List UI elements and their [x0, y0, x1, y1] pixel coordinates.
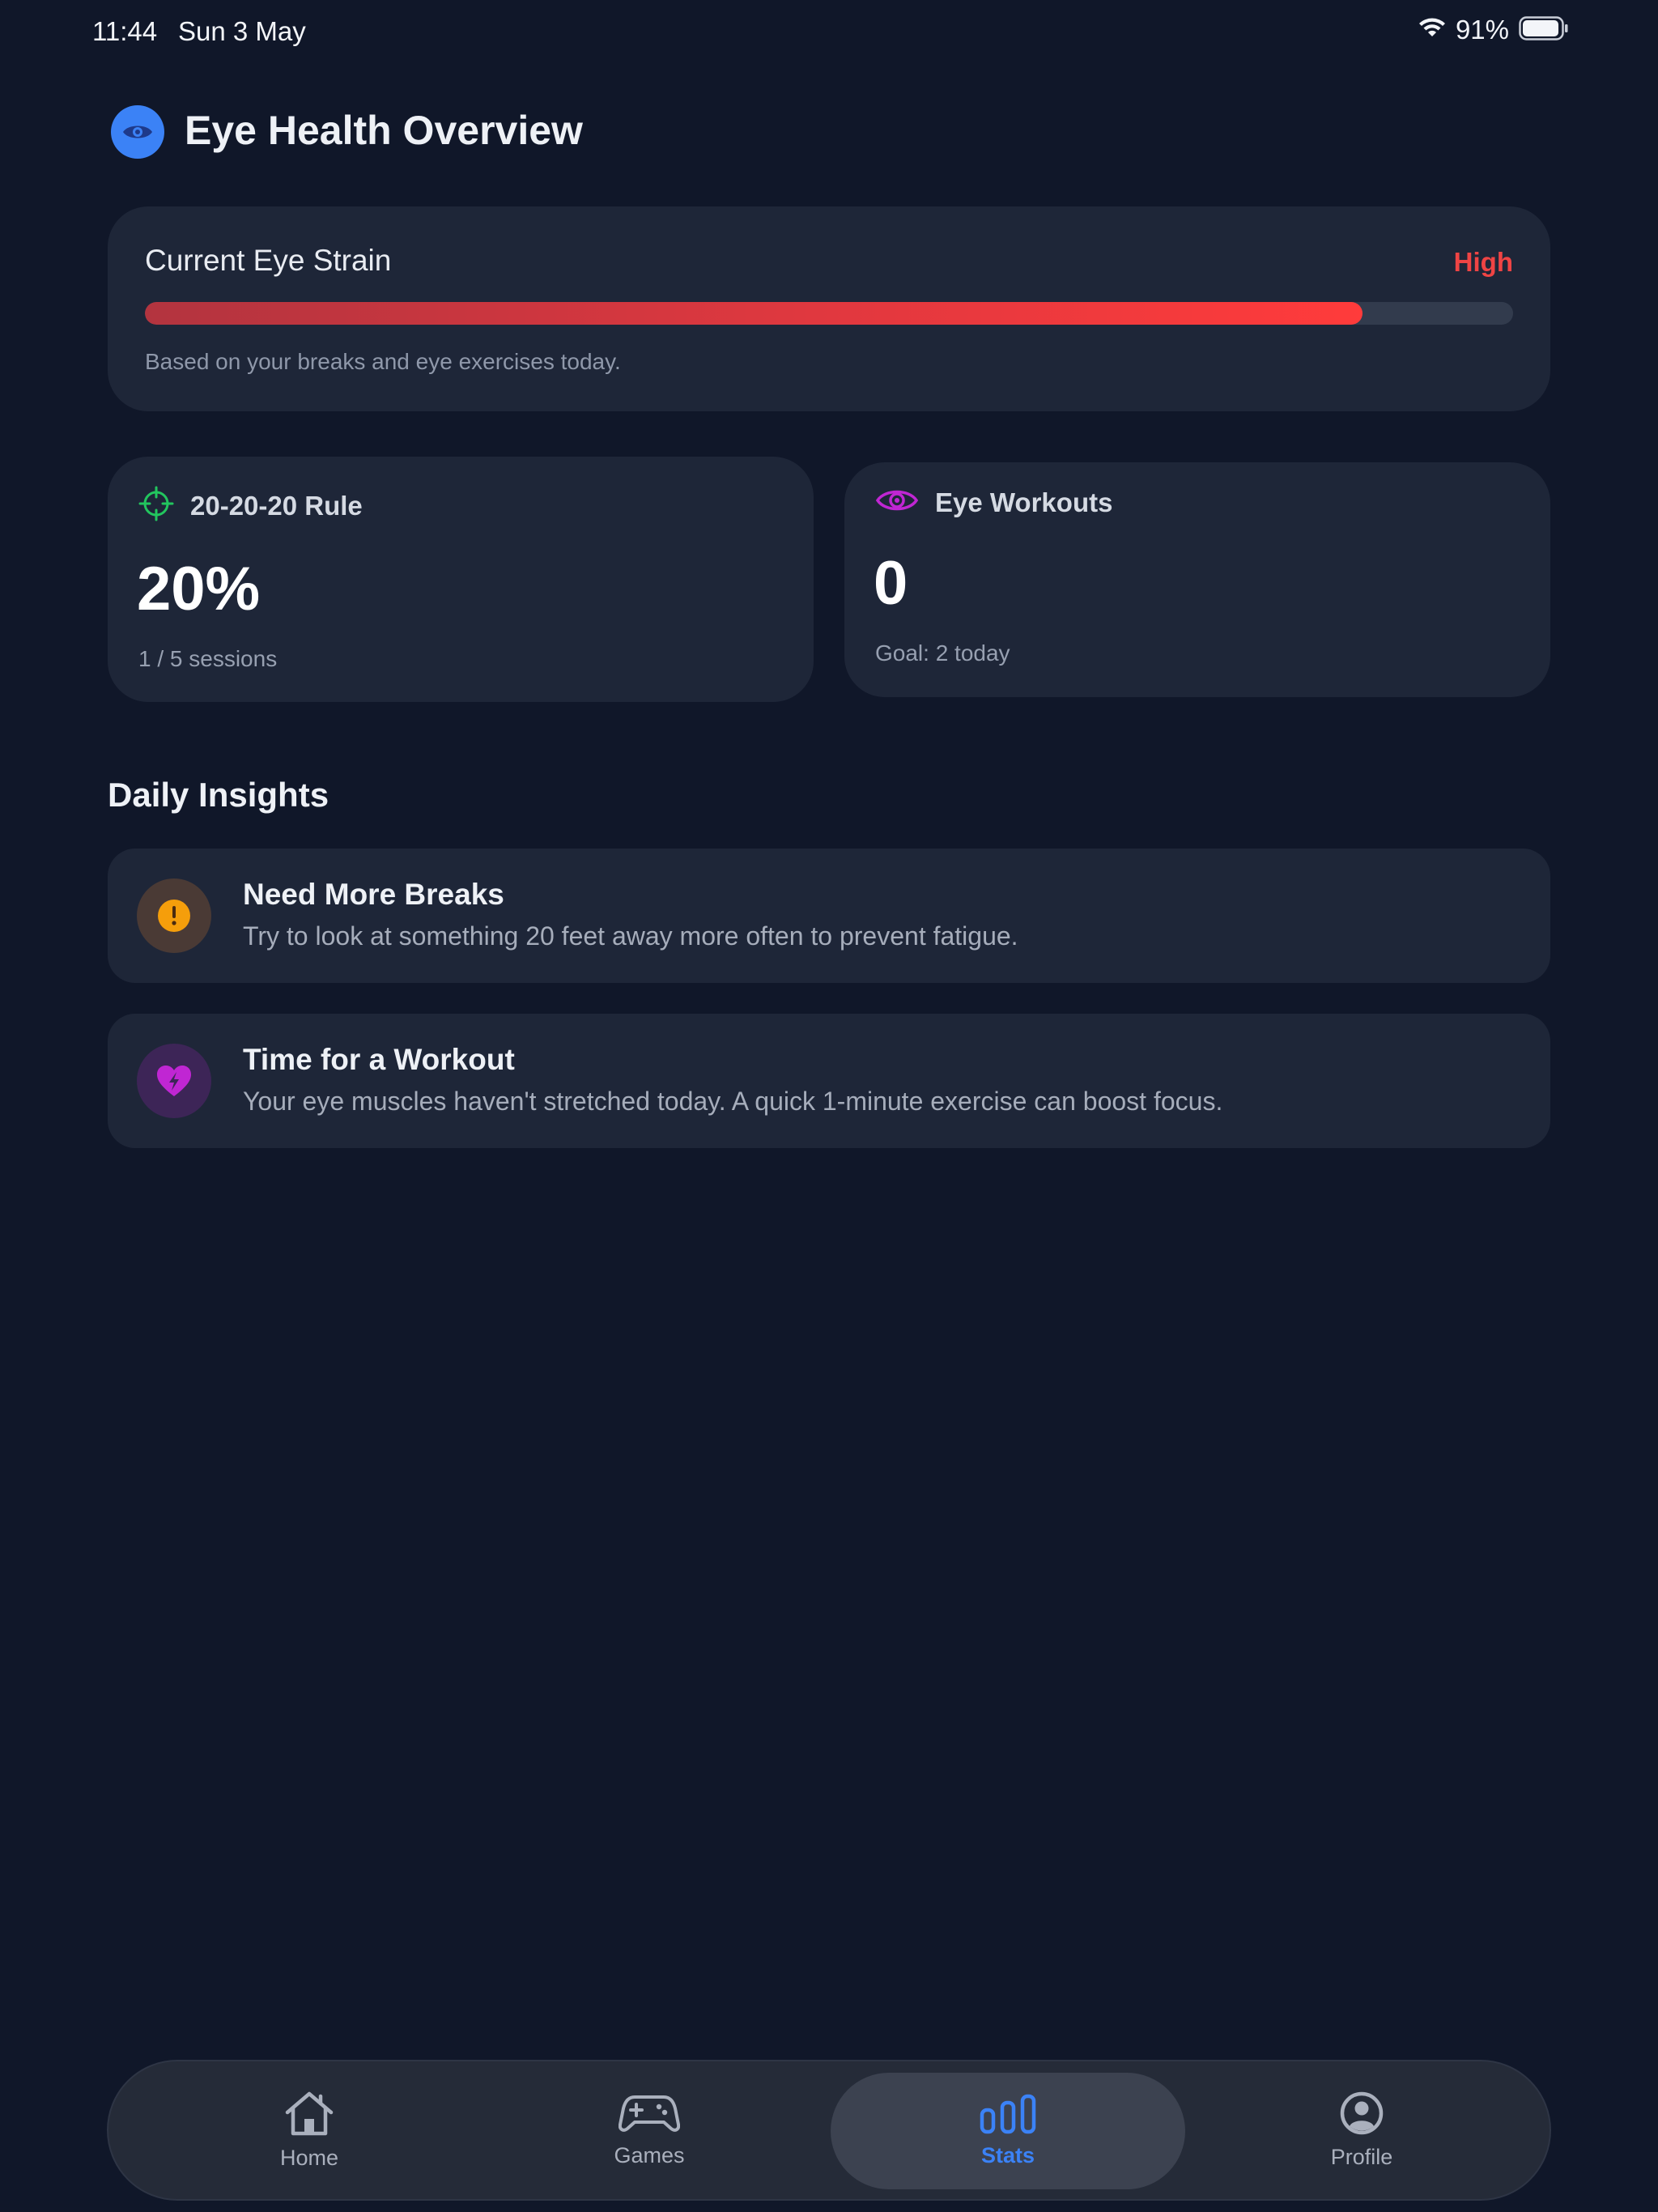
insight-need-more-breaks[interactable]: Need More Breaks Try to look at somethin…: [108, 849, 1550, 983]
tab-profile[interactable]: Profile: [1226, 2061, 1498, 2199]
eye-strain-level: High: [1453, 247, 1513, 277]
header-eye-icon: [111, 105, 164, 159]
tab-games[interactable]: Games: [513, 2061, 785, 2199]
wifi-icon: [1418, 17, 1446, 44]
page-title: Eye Health Overview: [185, 108, 583, 153]
gamepad-icon: [618, 2092, 681, 2138]
tab-home-label: Home: [279, 2146, 339, 2170]
eye-icon: [875, 487, 919, 518]
workouts-card-header: Eye Workouts: [875, 487, 1112, 518]
insight-text: Your eye muscles haven't stretched today…: [243, 1087, 1223, 1116]
status-date: Sun 3 May: [178, 16, 306, 46]
tab-home[interactable]: Home: [173, 2061, 445, 2199]
bottom-tab-bar: Home Games Stats Profile: [107, 2060, 1551, 2201]
workouts-label: Eye Workouts: [935, 487, 1113, 517]
eye-strain-title: Current Eye Strain: [145, 244, 392, 277]
status-time: 11:44: [92, 16, 158, 46]
eye-strain-card: Current Eye Strain High Based on your br…: [108, 206, 1550, 411]
heart-bolt-icon: [137, 1044, 211, 1118]
home-icon: [283, 2090, 336, 2141]
rule-value: 20%: [137, 555, 261, 623]
eye-strain-note: Based on your breaks and eye exercises t…: [145, 349, 621, 374]
rule-20-20-20-card[interactable]: 20-20-20 Rule 20% 1 / 5 sessions: [108, 457, 814, 702]
battery-icon: [1519, 15, 1569, 45]
insight-text: Try to look at something 20 feet away mo…: [243, 921, 1018, 951]
tab-games-label: Games: [614, 2143, 685, 2167]
daily-insights-title: Daily Insights: [108, 776, 329, 814]
status-bar: 11:44 Sun 3 May 91%: [0, 0, 1658, 68]
rule-card-header: 20-20-20 Rule: [138, 486, 363, 525]
bar-chart-icon: [980, 2094, 1036, 2138]
eye-strain-progress-bar: [145, 302, 1513, 325]
alert-icon: [137, 878, 211, 953]
insight-time-for-workout[interactable]: Time for a Workout Your eye muscles have…: [108, 1014, 1550, 1148]
tab-stats[interactable]: Stats: [831, 2073, 1185, 2189]
status-indicators: 91%: [1418, 15, 1569, 45]
profile-icon: [1339, 2091, 1384, 2140]
workouts-goal: Goal: 2 today: [875, 640, 1010, 666]
insight-title: Time for a Workout: [243, 1043, 515, 1076]
tab-profile-label: Profile: [1330, 2145, 1393, 2169]
insight-title: Need More Breaks: [243, 878, 504, 911]
tab-stats-label: Stats: [980, 2143, 1035, 2167]
rule-label: 20-20-20 Rule: [190, 490, 363, 521]
eye-workouts-card[interactable]: Eye Workouts 0 Goal: 2 today: [844, 462, 1550, 697]
eye-strain-progress-fill: [145, 302, 1363, 325]
crosshair-icon: [138, 486, 174, 525]
battery-percent: 91%: [1455, 15, 1509, 45]
rule-sessions: 1 / 5 sessions: [138, 646, 278, 671]
eye-health-screen: 11:44 Sun 3 May 91% Eye Health Overview …: [0, 0, 1658, 2212]
workouts-value: 0: [874, 549, 908, 618]
